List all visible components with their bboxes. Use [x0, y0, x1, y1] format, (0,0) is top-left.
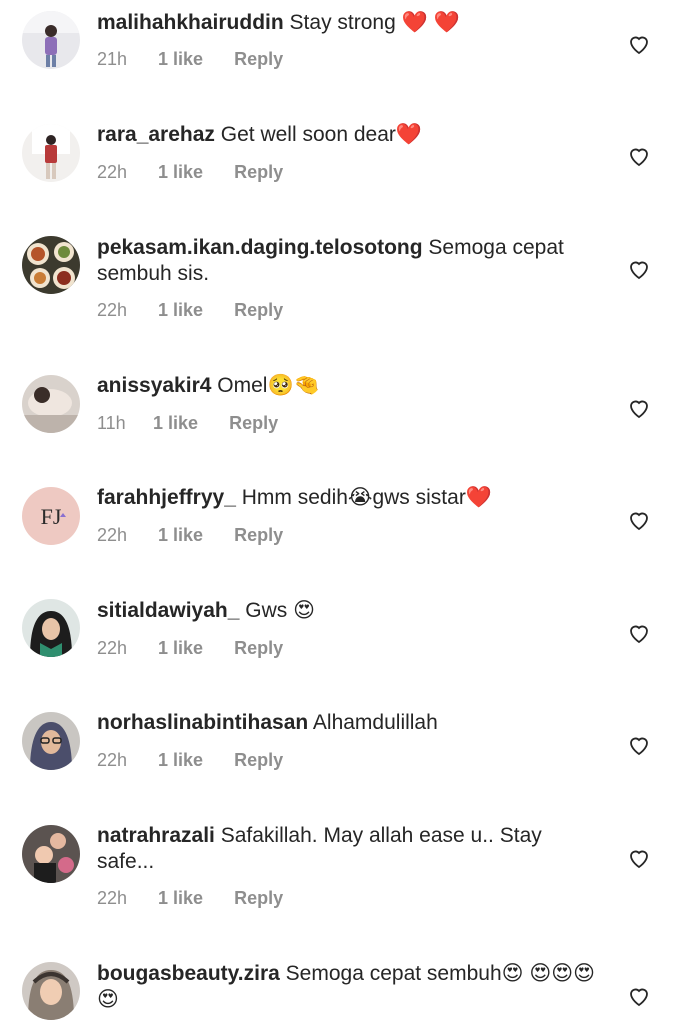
comment-meta: 22h 1 like Reply: [97, 888, 283, 909]
heart-outline-icon[interactable]: [627, 257, 651, 281]
comment-item: natrahrazali Safakillah. May allah ease …: [0, 813, 691, 951]
comment-likes[interactable]: 1 like: [158, 888, 203, 909]
heart-outline-icon[interactable]: [627, 984, 651, 1008]
comment-username[interactable]: rara_arehaz: [97, 123, 215, 146]
avatar-monogram: FJ: [41, 504, 62, 529]
reply-button[interactable]: Reply: [229, 413, 278, 434]
comment-meta: 21h 1 like Reply: [97, 49, 283, 70]
reply-button[interactable]: Reply: [234, 300, 283, 321]
comment-likes[interactable]: 1 like: [158, 300, 203, 321]
comment-time: 22h: [97, 162, 128, 182]
comment-username[interactable]: bougasbeauty.zira: [97, 962, 280, 985]
reply-button[interactable]: Reply: [234, 888, 283, 909]
comment-item: anissyakir4 Omel🥺🤏 11h 1 like Reply: [0, 363, 691, 475]
comment-body: natrahrazali Safakillah. May allah ease …: [97, 823, 597, 875]
avatar[interactable]: [22, 124, 80, 182]
comment-body: sitialdawiyah_ Gws 😍: [97, 598, 597, 624]
avatar[interactable]: FJ: [22, 487, 80, 545]
comment-username[interactable]: sitialdawiyah_: [97, 599, 239, 622]
comment-meta: 22h 1 like Reply: [97, 300, 283, 321]
reply-button[interactable]: Reply: [234, 525, 283, 546]
comment-body: rara_arehaz Get well soon dear❤️: [97, 122, 597, 148]
heart-outline-icon[interactable]: [627, 621, 651, 645]
avatar[interactable]: [22, 599, 80, 657]
comment-body: farahhjeffryy_ Hmm sedih😭gws sistar❤️: [97, 485, 597, 511]
comment-body: pekasam.ikan.daging.telosotong Semoga ce…: [97, 235, 597, 287]
comment-time: 22h: [97, 638, 128, 658]
comment-likes[interactable]: 1 like: [158, 49, 203, 70]
avatar[interactable]: [22, 375, 80, 433]
comment-time: 22h: [97, 888, 128, 908]
reply-button[interactable]: Reply: [234, 638, 283, 659]
comment-body: bougasbeauty.zira Semoga cepat sembuh😍 😍…: [97, 961, 597, 1013]
comment-username[interactable]: anissyakir4: [97, 374, 211, 397]
comment-meta: 22h 1 like Reply: [97, 162, 283, 183]
comment-username[interactable]: norhaslinabintihasan: [97, 711, 308, 734]
comment-username[interactable]: farahhjeffryy_: [97, 486, 236, 509]
heart-outline-icon[interactable]: [627, 508, 651, 532]
comment-time: 22h: [97, 525, 128, 545]
comment-meta: 22h 1 like Reply: [97, 638, 283, 659]
comment-text: Alhamdulillah: [312, 711, 438, 734]
comment-item: norhaslinabintihasan Alhamdulillah 22h 1…: [0, 700, 691, 813]
comment-item: FJ farahhjeffryy_ Hmm sedih😭gws sistar❤️…: [0, 475, 691, 588]
comment-text: Get well soon dear❤️: [220, 123, 423, 146]
heart-outline-icon[interactable]: [627, 144, 651, 168]
reply-button[interactable]: Reply: [234, 750, 283, 771]
comment-text: Hmm sedih😭gws sistar❤️: [241, 486, 492, 509]
comment-time: 11h: [97, 413, 126, 433]
comment-text: Omel🥺🤏: [217, 374, 320, 397]
comment-item: pekasam.ikan.daging.telosotong Semoga ce…: [0, 225, 691, 363]
comment-meta: 11h 1 like Reply: [97, 413, 278, 434]
comment-body: malihahkhairuddin Stay strong ❤️ ❤️: [97, 10, 597, 36]
heart-outline-icon[interactable]: [627, 396, 651, 420]
comment-likes[interactable]: 1 like: [158, 638, 203, 659]
avatar[interactable]: [22, 962, 80, 1020]
comment-text: Gws 😍: [245, 599, 315, 622]
comment-body: norhaslinabintihasan Alhamdulillah: [97, 710, 597, 736]
heart-outline-icon[interactable]: [627, 846, 651, 870]
heart-outline-icon[interactable]: [627, 733, 651, 757]
comment-body: anissyakir4 Omel🥺🤏: [97, 373, 597, 399]
comment-meta: 22h 1 like Reply: [97, 750, 283, 771]
comment-item: sitialdawiyah_ Gws 😍 22h 1 like Reply: [0, 588, 691, 700]
comment-likes[interactable]: 1 like: [153, 413, 198, 434]
avatar[interactable]: [22, 825, 80, 883]
comment-username[interactable]: malihahkhairuddin: [97, 11, 284, 34]
comment-time: 21h: [97, 49, 128, 69]
avatar[interactable]: [22, 11, 80, 69]
comment-time: 22h: [97, 300, 128, 320]
comment-likes[interactable]: 1 like: [158, 162, 203, 183]
comment-time: 22h: [97, 750, 128, 770]
avatar[interactable]: [22, 712, 80, 770]
comment-item: malihahkhairuddin Stay strong ❤️ ❤️ 21h …: [0, 0, 691, 112]
comment-item: bougasbeauty.zira Semoga cepat sembuh😍 😍…: [0, 951, 691, 1024]
comment-text: Stay strong ❤️ ❤️: [289, 11, 460, 34]
reply-button[interactable]: Reply: [234, 162, 283, 183]
comment-likes[interactable]: 1 like: [158, 525, 203, 546]
reply-button[interactable]: Reply: [234, 49, 283, 70]
comment-meta: 22h 1 like Reply: [97, 525, 283, 546]
comment-username[interactable]: natrahrazali: [97, 824, 215, 847]
avatar[interactable]: [22, 236, 80, 294]
heart-outline-icon[interactable]: [627, 32, 651, 56]
comment-username[interactable]: pekasam.ikan.daging.telosotong: [97, 236, 423, 259]
comment-item: rara_arehaz Get well soon dear❤️ 22h 1 l…: [0, 112, 691, 225]
comment-likes[interactable]: 1 like: [158, 750, 203, 771]
